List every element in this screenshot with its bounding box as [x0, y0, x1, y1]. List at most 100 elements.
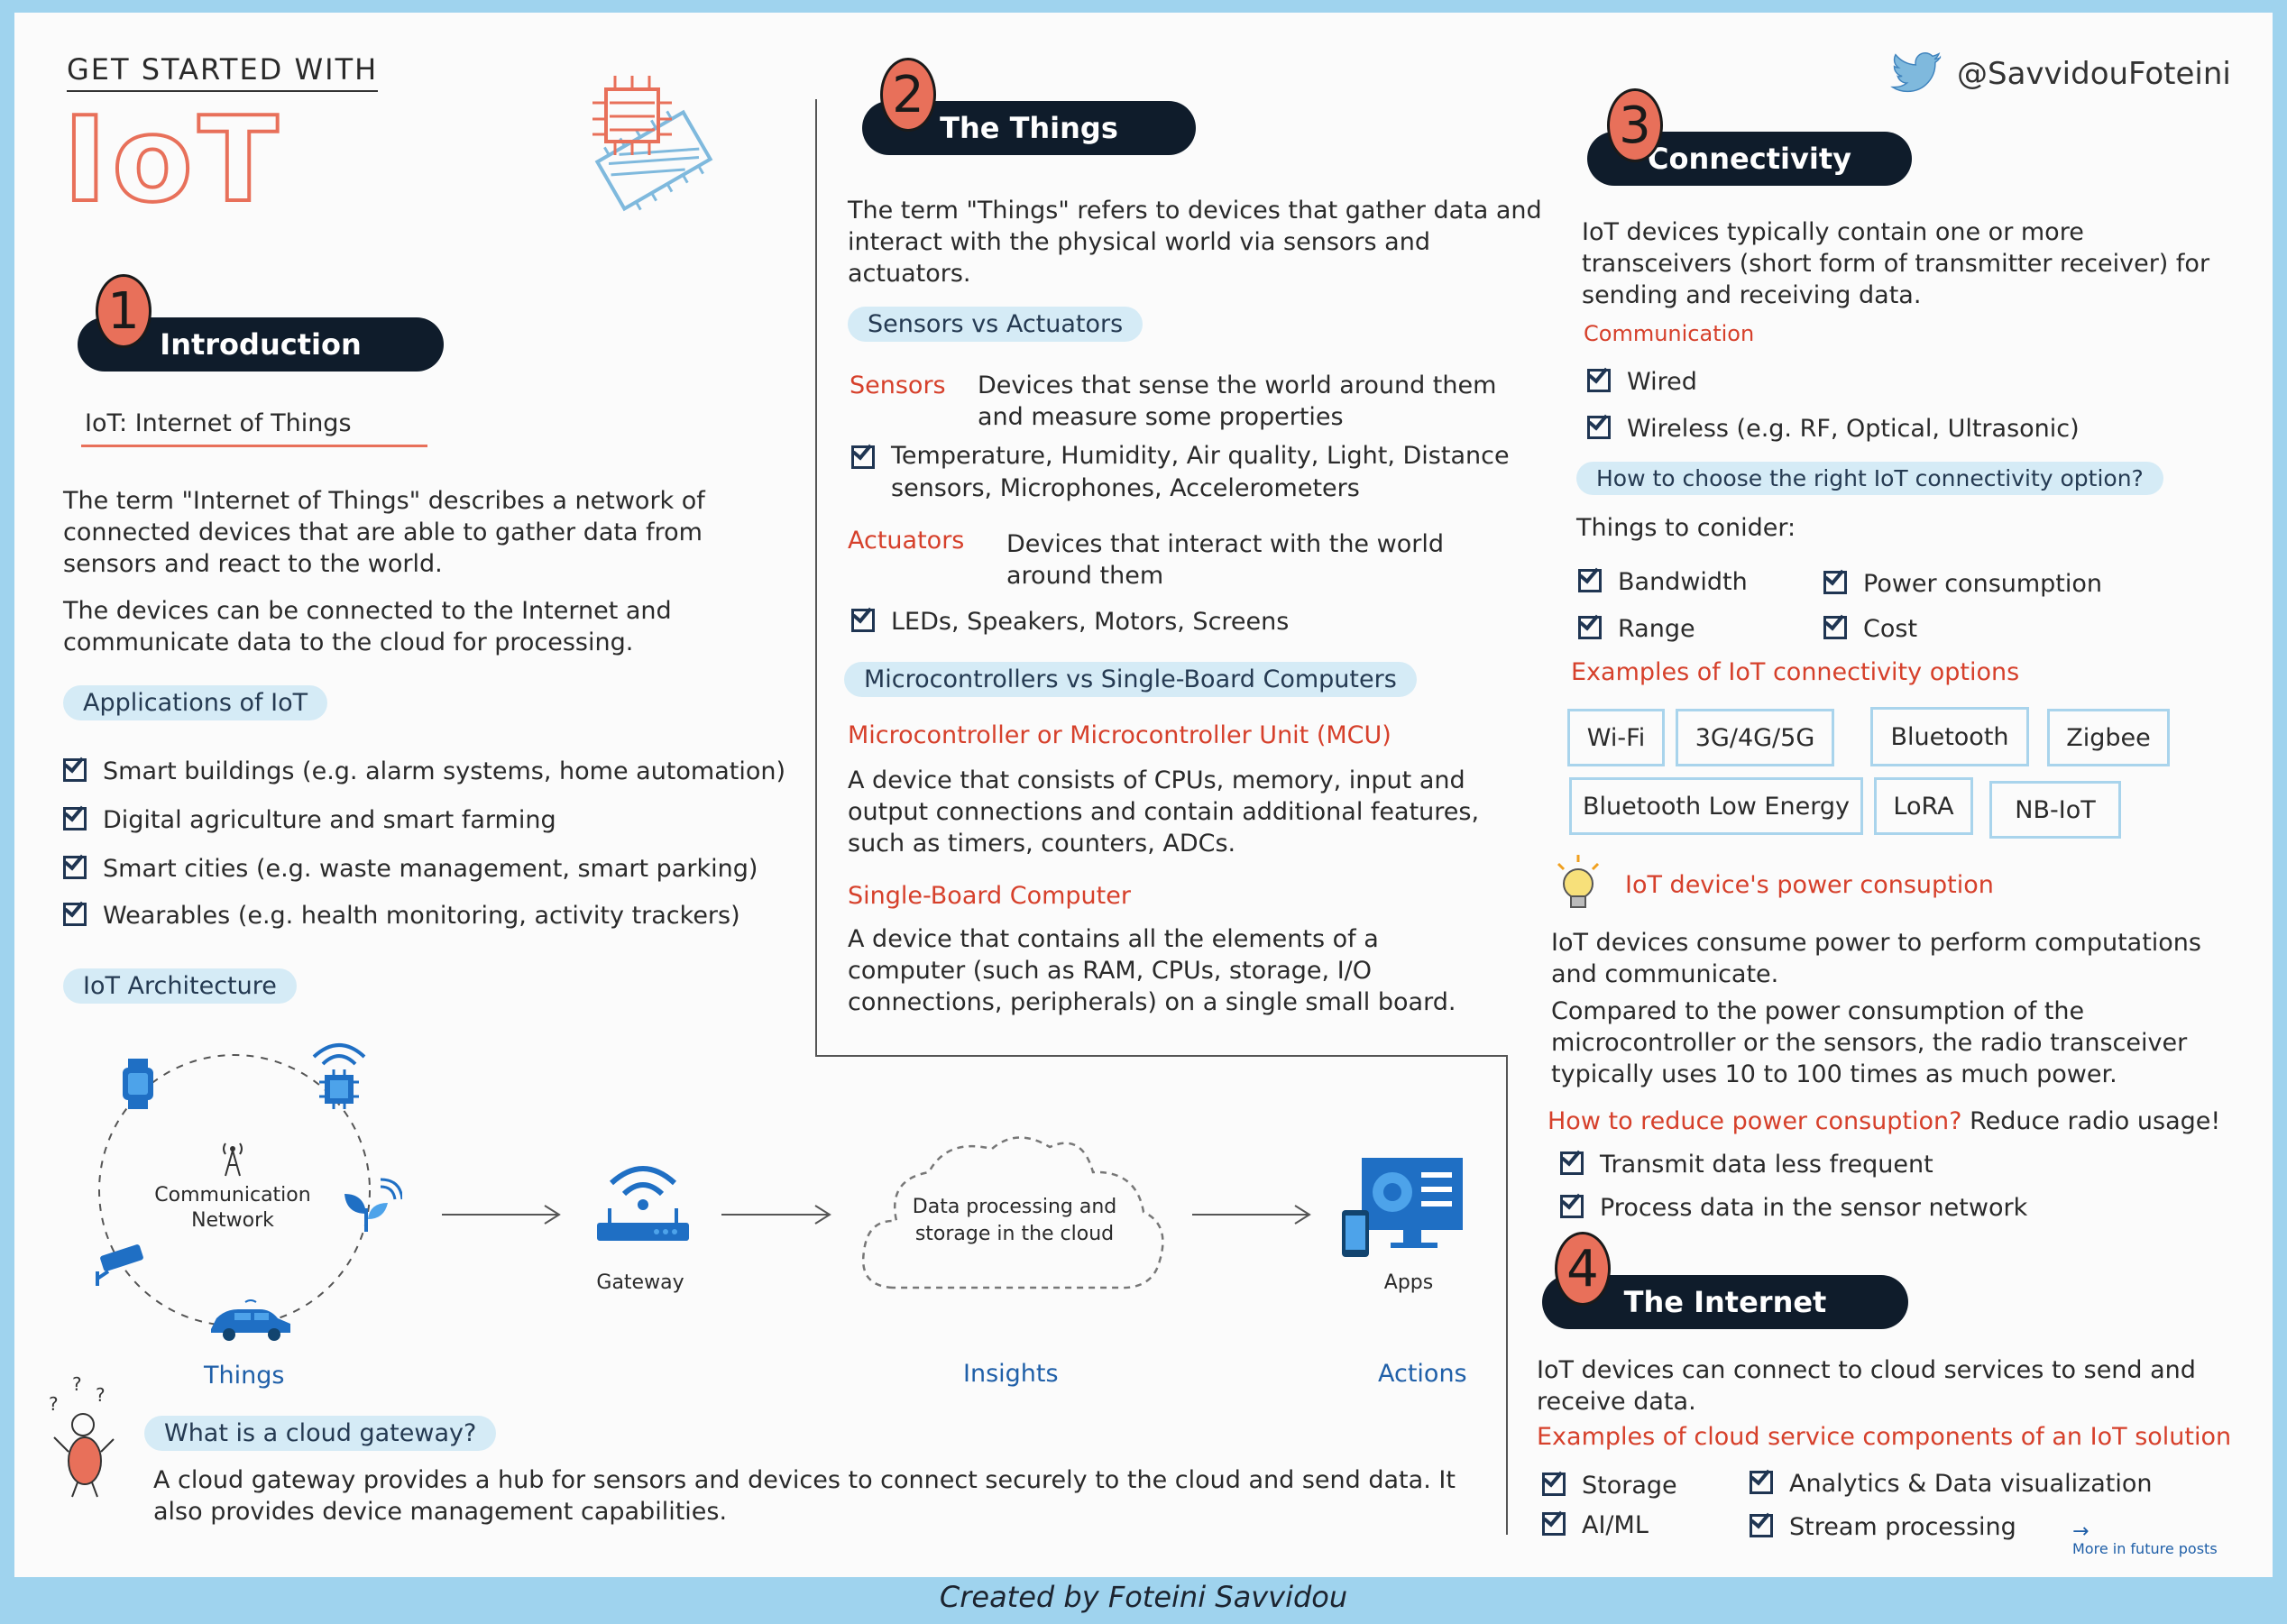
lightbulb-icon [1557, 855, 1600, 908]
checkbox-icon [1578, 568, 1602, 592]
more-posts-link[interactable]: → More in future posts [2072, 1520, 2218, 1558]
checkbox-icon [1750, 1513, 1773, 1537]
divider-line [1506, 1055, 1508, 1535]
connectivity-examples-heading: Examples of IoT connectivity options [1571, 658, 2020, 686]
power-paragraph-2: Compared to the power consumption of the… [1551, 997, 2188, 1088]
apps-label: Apps [1383, 1271, 1434, 1294]
network-label: Communication Network [154, 1184, 311, 1232]
communication-heading: Communication [1584, 321, 1755, 346]
checkbox-icon [1587, 415, 1611, 439]
option-bluetooth: Bluetooth [1870, 707, 2029, 766]
connectivity-paragraph: IoT devices typically contain one or mor… [1582, 218, 2210, 309]
actions-label: Actions [1378, 1360, 1467, 1388]
things-paragraph: The term "Things" refers to devices that… [848, 197, 1542, 288]
power-heading: IoT device's power consuption [1625, 871, 1994, 899]
things-to-consider: Things to conider: [1576, 514, 1796, 542]
iot-logo: IoT [61, 91, 284, 228]
checkbox-icon [1823, 615, 1847, 639]
option-wifi: Wi-Fi [1567, 709, 1665, 766]
actuators-label: Actuators [848, 527, 965, 555]
reduce-power-item: Transmit data less frequent [1560, 1151, 1933, 1179]
consideration-item: Bandwidth [1578, 568, 1748, 596]
intro-paragraph-2: The devices can be connected to the Inte… [63, 597, 672, 656]
connectivity-number: 3 [1607, 88, 1663, 162]
power-paragraph-1: IoT devices consume power to perform com… [1551, 929, 2201, 988]
things-number: 2 [880, 58, 936, 132]
twitter-icon [1890, 52, 1942, 93]
arrow-right-icon: → [2072, 1520, 2090, 1543]
reduce-power-item: Process data in the sensor network [1560, 1194, 2027, 1222]
svg-text:?: ? [96, 1384, 106, 1406]
sensors-vs-actuators-heading: Sensors vs Actuators [848, 307, 1144, 342]
application-item: Smart cities (e.g. waste management, sma… [63, 855, 758, 883]
internet-number: 4 [1555, 1232, 1611, 1306]
cloud-component-item: Storage [1542, 1472, 1677, 1500]
mcu-description: A device that consists of CPUs, memory, … [848, 766, 1480, 858]
security-camera-icon [96, 1244, 143, 1286]
twitter-handle[interactable]: @SavvidouFoteini [1957, 56, 2231, 92]
cloud-label: Data processing and storage in the cloud [912, 1196, 1117, 1245]
svg-text:?: ? [49, 1393, 59, 1415]
get-started-heading: GET STARTED WITH [67, 52, 379, 92]
intro-paragraph-1: The term "Internet of Things" describes … [63, 487, 705, 578]
intro-title: Introduction [160, 327, 362, 362]
application-item: Digital agriculture and smart farming [63, 806, 556, 834]
architecture-heading: IoT Architecture [63, 968, 297, 1004]
checkbox-icon [851, 608, 875, 632]
option-nbiot: NB-IoT [1989, 781, 2121, 839]
applications-heading: Applications of IoT [63, 685, 328, 720]
reduce-power-question: How to reduce power consuption? [1548, 1107, 1962, 1135]
things-label: Things [204, 1362, 285, 1390]
checkbox-icon [63, 902, 87, 926]
consideration-item: Range [1578, 615, 1695, 643]
intro-number: 1 [96, 274, 152, 348]
checkbox-icon [1823, 570, 1847, 594]
option-zigbee: Zigbee [2047, 709, 2170, 766]
cloud-component-item: Stream processing [1750, 1513, 2016, 1541]
gateway-label: Gateway [596, 1271, 684, 1294]
checkbox-icon [63, 757, 87, 782]
things-title: The Things [940, 111, 1118, 145]
arrow-icon [1192, 1205, 1311, 1225]
sensors-examples: Temperature, Humidity, Air quality, Ligh… [851, 440, 1537, 505]
checkbox-icon [63, 806, 87, 830]
actuators-examples: LEDs, Speakers, Motors, Screens [851, 608, 1289, 636]
processor-icon [592, 76, 672, 155]
reduce-power-answer: Reduce radio usage! [1970, 1107, 2221, 1135]
application-item: Wearables (e.g. health monitoring, activ… [63, 902, 740, 930]
actuators-description: Devices that interact with the world aro… [1006, 530, 1444, 590]
option-lora: LoRA [1874, 777, 1973, 835]
mcu-vs-sbc-heading: Microcontrollers vs Single-Board Compute… [844, 662, 1417, 697]
checkbox-icon [1560, 1151, 1584, 1175]
insights-label: Insights [963, 1360, 1059, 1388]
smart-plant-icon [344, 1178, 402, 1232]
sbc-title: Single-Board Computer [848, 882, 1131, 910]
mcu-title: Microcontroller or Microcontroller Unit … [848, 721, 1391, 749]
checkbox-icon [1587, 368, 1611, 392]
communication-item: Wireless (e.g. RF, Optical, Ultrasonic) [1587, 415, 2080, 443]
cloud-component-item: Analytics & Data visualization [1750, 1470, 2153, 1498]
checkbox-icon [851, 445, 875, 469]
smartwatch-icon [123, 1059, 153, 1109]
divider-line [815, 99, 817, 1055]
cloud-component-item: AI/ML [1542, 1511, 1649, 1539]
communication-item: Wired [1587, 368, 1697, 396]
choose-connectivity-heading: How to choose the right IoT connectivity… [1576, 462, 2163, 495]
router-icon [597, 1166, 689, 1241]
internet-paragraph: IoT devices can connect to cloud service… [1537, 1356, 2196, 1416]
checkbox-icon [1542, 1511, 1566, 1536]
arrow-icon [442, 1205, 561, 1225]
reduce-power-line: How to reduce power consuption? Reduce r… [1548, 1107, 2220, 1135]
wireless-chip-icon [312, 1043, 366, 1109]
internet-title: The Internet [1623, 1285, 1827, 1319]
cloud-gateway-question: What is a cloud gateway? [144, 1416, 497, 1451]
more-posts-label: More in future posts [2072, 1540, 2218, 1557]
arrow-icon [721, 1205, 831, 1225]
divider-line [815, 1055, 1506, 1057]
cloud-components-heading: Examples of cloud service components of … [1537, 1423, 2232, 1451]
intro-subtitle: IoT: Internet of Things [81, 409, 427, 447]
apps-monitor-icon [1342, 1158, 1463, 1257]
credit-footer: Created by Foteini Savvidou [939, 1580, 1348, 1614]
sensors-description: Devices that sense the world around them… [978, 372, 1497, 431]
cloud-gateway-answer: A cloud gateway provides a hub for senso… [153, 1466, 1456, 1526]
